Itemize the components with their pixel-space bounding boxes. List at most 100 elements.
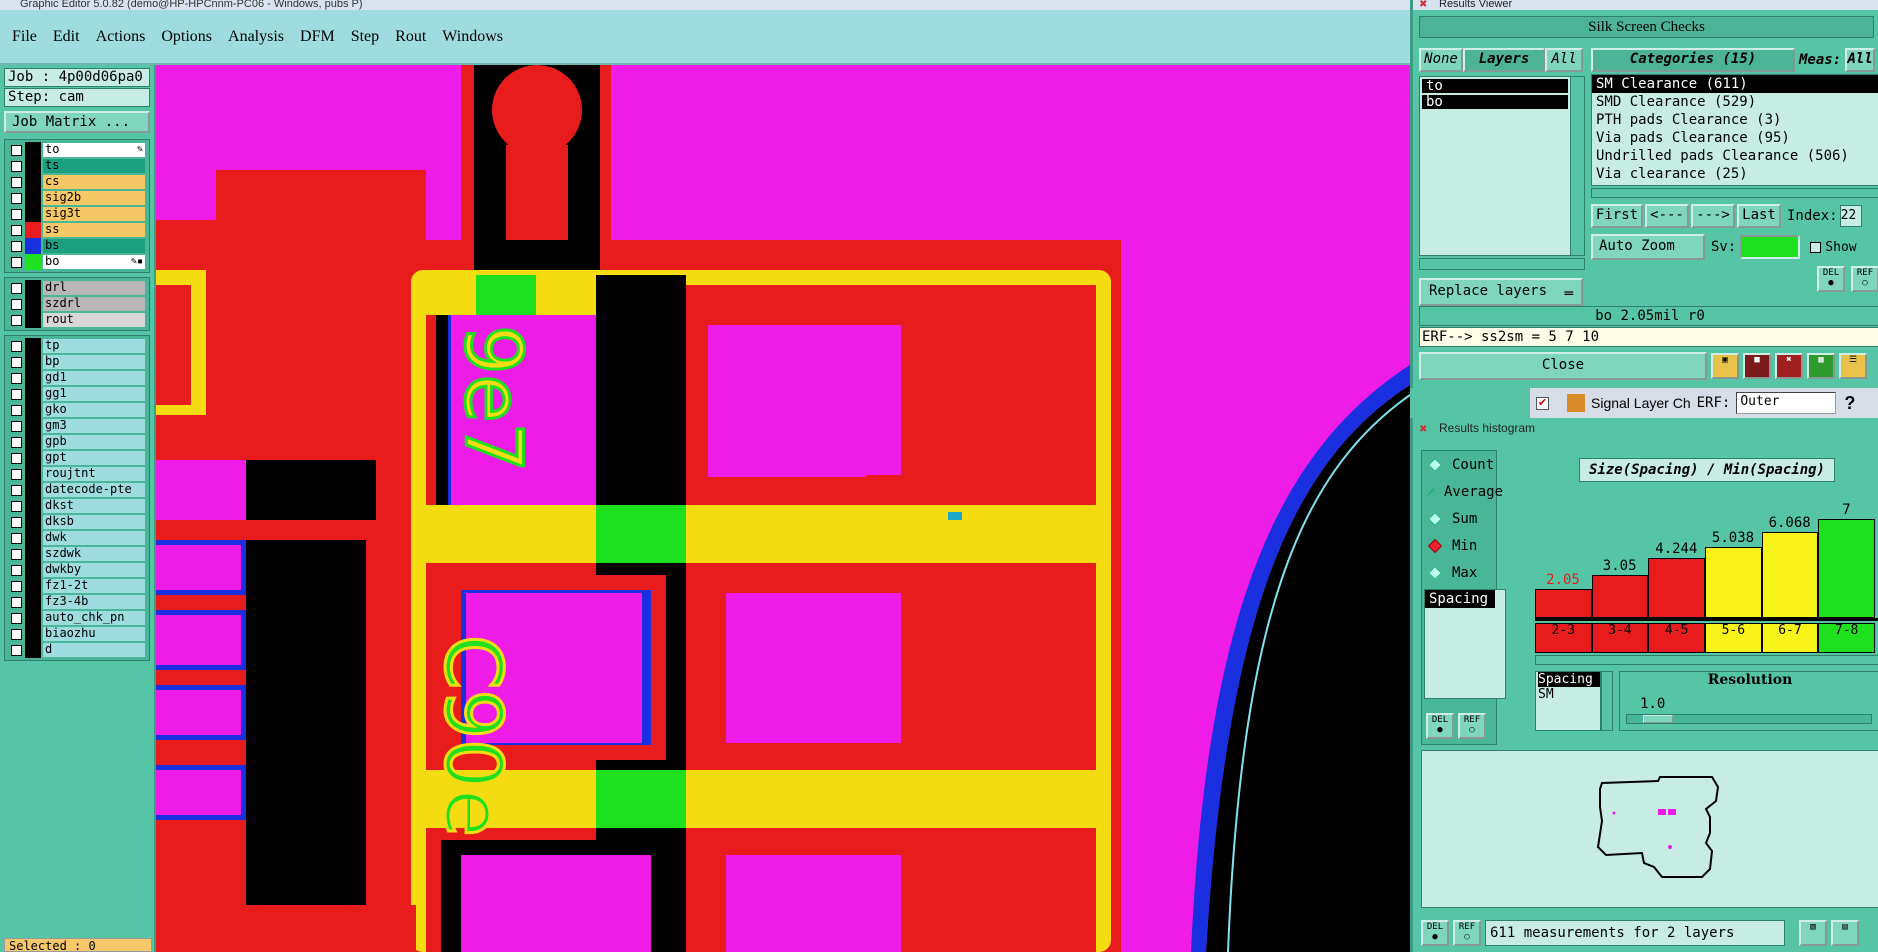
layer-checkbox[interactable] [11, 388, 22, 400]
attribute-list[interactable]: Spacing [1424, 589, 1506, 699]
radio-diamond-icon[interactable] [1427, 565, 1443, 580]
radio-diamond-icon[interactable] [1427, 538, 1443, 553]
layer-color-swatch[interactable] [25, 562, 41, 578]
radio-diamond-icon[interactable] [1426, 487, 1436, 496]
close-button[interactable]: Close [1419, 352, 1707, 380]
layer-row[interactable]: gd1 [5, 370, 149, 386]
category-item[interactable]: PTH pads Clearance (3) [1592, 111, 1878, 129]
layer-color-swatch[interactable] [25, 642, 41, 658]
layer-checkbox[interactable] [11, 580, 22, 592]
layer-name[interactable]: szdrl [43, 297, 145, 311]
zoom-area-icon[interactable]: ▤ [1831, 920, 1859, 946]
layer-name[interactable]: sig2b [43, 191, 145, 205]
layer-row[interactable]: fz1-2t [5, 578, 149, 594]
category-list[interactable]: SM Clearance (611) SMD Clearance (529) PTH… [1591, 74, 1878, 186]
radio-diamond-icon[interactable] [1427, 511, 1443, 526]
result-layer-item[interactable]: to [1422, 79, 1568, 93]
aggregate-option-max[interactable]: Max [1422, 559, 1496, 586]
menu-options[interactable]: Options [161, 28, 212, 46]
layer-checkbox[interactable] [11, 500, 22, 512]
layers-icon[interactable]: ▦ [1807, 353, 1835, 379]
layer-name[interactable]: biaozhu [43, 627, 145, 641]
last-button[interactable]: Last [1737, 204, 1781, 228]
layer-checkbox[interactable] [11, 420, 22, 432]
error-icon[interactable]: ✖ [1775, 353, 1803, 379]
layer-name[interactable]: bo ✎▪ [43, 255, 145, 269]
layer-checkbox[interactable] [11, 240, 22, 252]
layer-name[interactable]: ss [43, 223, 145, 237]
layer-name[interactable]: dwkby [43, 563, 145, 577]
show-checkbox[interactable] [1810, 241, 1822, 253]
category-item[interactable]: SMD Clearance (529) [1592, 93, 1878, 111]
layer-checkbox[interactable] [11, 298, 22, 310]
layer-list-scrollbar[interactable] [1570, 77, 1584, 255]
ref-icon[interactable]: REF ○ [1851, 266, 1878, 292]
pcb-icon[interactable]: ▣ [1711, 353, 1739, 379]
layer-row[interactable]: gpt [5, 450, 149, 466]
layer-checkbox[interactable] [11, 224, 22, 236]
hist-del-icon[interactable]: DEL ● [1426, 713, 1454, 739]
layer-row[interactable]: szdrl [5, 296, 149, 312]
layer-checkbox[interactable] [11, 452, 22, 464]
layer-checkbox[interactable] [11, 176, 22, 188]
bin-range-label[interactable]: 6-7 [1761, 623, 1819, 653]
layer-color-swatch[interactable] [25, 514, 41, 530]
menu-step[interactable]: Step [351, 28, 379, 46]
layer-color-swatch[interactable] [25, 174, 41, 190]
menu-analysis[interactable]: Analysis [228, 28, 284, 46]
layer-name[interactable]: auto_chk_pn [43, 611, 145, 625]
layers-tab-button[interactable]: Layers [1463, 48, 1545, 72]
help-icon[interactable]: ? [1844, 393, 1855, 414]
replace-layers-button[interactable]: Replace layers ═ [1419, 278, 1583, 306]
sv-color-select[interactable] [1740, 235, 1801, 259]
histogram-bar[interactable] [1818, 519, 1875, 618]
layer-color-swatch[interactable] [25, 546, 41, 562]
layer-result-list[interactable]: to bo [1419, 76, 1585, 256]
layer-checkbox[interactable] [11, 372, 22, 384]
layer-checkbox[interactable] [11, 596, 22, 608]
layer-row[interactable]: dwk [5, 530, 149, 546]
layer-name[interactable]: dksb [43, 515, 145, 529]
layer-row[interactable]: to ✎ [5, 142, 149, 158]
layer-checkbox[interactable] [11, 644, 22, 656]
layer-row[interactable]: rout [5, 312, 149, 328]
layer-color-swatch[interactable] [25, 402, 41, 418]
categories-tab-button[interactable]: Categories (15) [1591, 48, 1795, 72]
layer-checkbox[interactable] [11, 144, 22, 156]
menu-dfm[interactable]: DFM [300, 28, 335, 46]
layer-color-swatch[interactable] [25, 610, 41, 626]
layer-color-swatch[interactable] [25, 206, 41, 222]
layer-name[interactable]: gm3 [43, 419, 145, 433]
layer-row[interactable]: gm3 [5, 418, 149, 434]
layer-color-swatch[interactable] [25, 450, 41, 466]
layer-row[interactable]: gko [5, 402, 149, 418]
resolution-slider[interactable] [1626, 714, 1872, 724]
job-matrix-button[interactable]: Job Matrix ... [4, 111, 150, 133]
spacing-scroll[interactable] [1601, 671, 1613, 731]
next-button[interactable]: ---> [1691, 204, 1735, 228]
layer-name[interactable]: gko [43, 403, 145, 417]
layer-name[interactable]: fz1-2t [43, 579, 145, 593]
layer-checkbox[interactable] [11, 484, 22, 496]
resolution-slider-thumb[interactable] [1643, 715, 1673, 723]
layer-name[interactable]: bs [43, 239, 145, 253]
sm-item[interactable]: SM [1538, 687, 1600, 702]
result-layer-item[interactable]: bo [1422, 95, 1568, 109]
menu-file[interactable]: File [12, 28, 37, 46]
histogram-bar[interactable] [1591, 575, 1649, 618]
layer-checkbox[interactable] [11, 160, 22, 172]
layer-row[interactable]: dkst [5, 498, 149, 514]
meas-all-button[interactable]: All [1845, 48, 1876, 72]
layer-color-swatch[interactable] [25, 498, 41, 514]
layer-checkbox[interactable] [11, 628, 22, 640]
layer-row[interactable]: dksb [5, 514, 149, 530]
layer-color-swatch[interactable] [25, 386, 41, 402]
category-item[interactable]: Via clearance (25) [1592, 165, 1878, 183]
layer-checkbox[interactable] [11, 468, 22, 480]
attribute-item[interactable]: Spacing [1425, 590, 1495, 608]
layer-name[interactable]: gpt [43, 451, 145, 465]
radio-diamond-icon[interactable] [1427, 457, 1443, 472]
layer-color-swatch[interactable] [25, 530, 41, 546]
layer-name[interactable]: fz3-4b [43, 595, 145, 609]
graphic-canvas[interactable]: 9e7 C90e [156, 65, 1410, 952]
